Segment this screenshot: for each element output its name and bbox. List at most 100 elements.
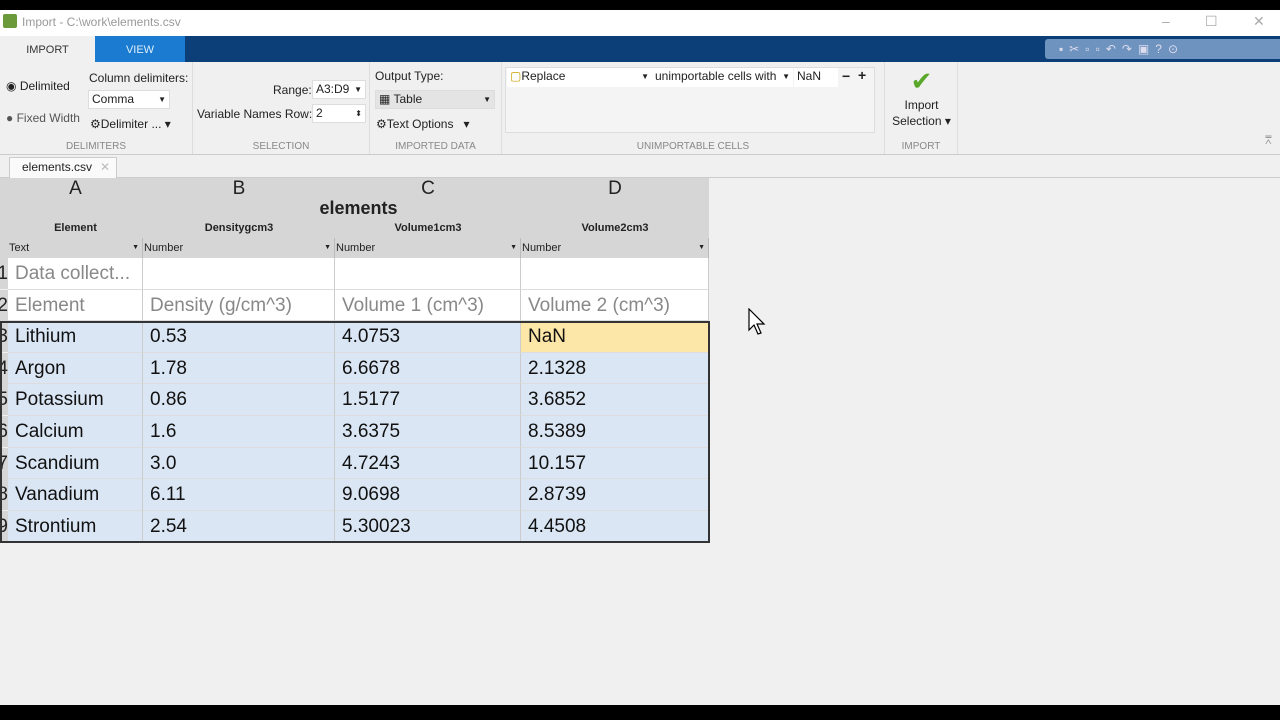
table-cell[interactable]: 4.0753 [335, 321, 521, 353]
table-cell[interactable] [521, 258, 709, 290]
table-cell[interactable]: Lithium [8, 321, 143, 353]
range-dropdown[interactable]: A3:D9 ▼ [312, 80, 366, 99]
table-name[interactable]: elements [8, 199, 709, 218]
variable-type-dropdown[interactable]: Number ▼ [143, 238, 335, 258]
table-cell[interactable] [143, 258, 335, 290]
document-tab-label: elements.csv [22, 160, 93, 174]
variable-type-dropdown[interactable]: Text ▼ [8, 238, 143, 258]
stepper-arrows-icon[interactable]: ⬍ [355, 105, 362, 122]
column-delimiter-dropdown[interactable]: Comma ▼ [88, 90, 170, 109]
table-cell[interactable]: 5.30023 [335, 510, 521, 543]
import-section: ✔ Import Selection ▾ IMPORT [885, 62, 958, 154]
variable-name-header[interactable]: Volume2cm3 [521, 218, 709, 238]
table-cell[interactable]: Data collect... [8, 258, 143, 290]
chevron-down-icon: ▼ [510, 244, 517, 251]
variable-type-dropdown[interactable]: Number ▼ [521, 238, 709, 258]
row-number-label: 8 [0, 479, 8, 511]
table-cell[interactable]: Calcium [8, 416, 143, 448]
output-type-label: Output Type: [375, 69, 444, 83]
row-number-label: 5 [0, 384, 8, 416]
rule-condition-dropdown[interactable]: unimportable cells with ▼ [652, 68, 793, 87]
row-number-label: 7 [0, 447, 8, 479]
tab-import[interactable]: IMPORT [0, 36, 95, 62]
import-grid[interactable]: A Element Text ▼ B Densitygcm3 Number ▼ C Volume1… [0, 178, 710, 544]
bottom-border [0, 705, 1280, 720]
rule-action-dropdown[interactable]: ▢Replace ▼ [507, 68, 652, 87]
table-cell[interactable]: 8.5389 [521, 416, 709, 448]
table-cell[interactable]: NaN [521, 321, 709, 353]
table-cell[interactable]: Argon [8, 352, 143, 385]
column-header[interactable]: A [8, 178, 143, 199]
table-cell[interactable]: 9.0698 [335, 479, 521, 511]
variable-type: Number [336, 242, 376, 254]
top-border [0, 0, 1280, 10]
collapse-ribbon-icon[interactable]: ⩞ [1265, 135, 1272, 148]
table-cell[interactable]: 6.6678 [335, 352, 521, 385]
add-rule-button[interactable]: + [858, 67, 866, 83]
table-cell[interactable]: 3.6852 [521, 384, 709, 416]
imported-data-section: Output Type: ▦ Table ▼ ⚙Text Options ▾ IM… [370, 62, 502, 154]
chevron-down-icon: ▼ [132, 244, 139, 251]
column-header[interactable]: B [143, 178, 335, 199]
table-cell[interactable]: 2.8739 [521, 479, 709, 511]
rule-action-value: Replace [521, 69, 566, 83]
mouse-cursor-icon [748, 308, 766, 335]
chevron-down-icon: ▼ [782, 72, 790, 81]
table-cell[interactable]: 6.11 [143, 479, 335, 511]
table-cell[interactable]: Vanadium [8, 479, 143, 511]
document-tab-elements[interactable]: elements.csv ✕ [9, 157, 117, 178]
import-selection-button[interactable]: ✔ Import Selection ▾ [885, 67, 958, 128]
table-cell[interactable]: 10.157 [521, 447, 709, 480]
table-cell[interactable] [335, 258, 521, 290]
table-cell[interactable]: 1.5177 [335, 384, 521, 416]
close-tab-icon[interactable]: ✕ [100, 158, 110, 177]
table-cell[interactable]: 3.6375 [335, 416, 521, 448]
table-cell[interactable]: Density (g/cm^3) [143, 289, 335, 322]
variable-names-row-value: 2 [316, 106, 323, 120]
variable-name-header[interactable]: Element [8, 218, 143, 238]
variable-name-header[interactable]: Volume1cm3 [335, 218, 521, 238]
variable-name-header[interactable]: Densitygcm3 [143, 218, 335, 238]
delimiters-section-label: DELIMITERS [65, 141, 126, 152]
table-cell[interactable]: Scandium [8, 447, 143, 480]
table-cell[interactable]: Volume 1 (cm^3) [335, 289, 521, 322]
table-cell[interactable]: Strontium [8, 510, 143, 543]
row-number-label: 2 [0, 289, 8, 321]
document-tabs: elements.csv ✕ [0, 155, 1280, 178]
fixed-width-radio[interactable]: ● Fixed Width [6, 111, 80, 125]
close-button[interactable]: ✕ [1253, 13, 1265, 30]
text-options-button[interactable]: ⚙Text Options ▾ [376, 117, 470, 131]
table-cell[interactable]: 1.78 [143, 352, 335, 385]
maximize-button[interactable]: ☐ [1205, 13, 1218, 30]
range-value: A3:D9 [316, 82, 350, 96]
table-cell[interactable]: 3.0 [143, 447, 335, 480]
table-cell[interactable]: Potassium [8, 384, 143, 416]
table-cell[interactable]: Volume 2 (cm^3) [521, 289, 709, 322]
delimited-label: Delimited [19, 79, 70, 93]
delimited-radio[interactable]: ◉ Delimited [6, 79, 70, 93]
table-cell[interactable]: 2.54 [143, 510, 335, 543]
table-cell[interactable]: 0.86 [143, 384, 335, 416]
table-cell[interactable]: 4.4508 [521, 510, 709, 543]
ribbon: ◉ Delimited ● Fixed Width Column delimit… [0, 62, 1280, 155]
remove-rule-button[interactable]: − [842, 68, 850, 84]
minimize-button[interactable]: – [1162, 13, 1170, 29]
imported-data-section-label: IMPORTED DATA [395, 141, 476, 152]
import-section-label: IMPORT [901, 141, 941, 152]
replacement-value-input[interactable]: NaN [794, 68, 838, 87]
column-header[interactable]: C [335, 178, 521, 199]
variable-type-dropdown[interactable]: Number ▼ [335, 238, 521, 258]
variable-names-row-stepper[interactable]: 2 ⬍ [312, 104, 366, 123]
row-number-label: 1 [0, 258, 8, 289]
column-header[interactable]: D [521, 178, 709, 199]
output-type-dropdown[interactable]: ▦ Table ▼ [375, 90, 495, 109]
table-cell[interactable]: Element [8, 289, 143, 322]
delimiter-options-button[interactable]: ⚙Delimiter ... ▾ [90, 117, 171, 131]
tab-view[interactable]: VIEW [95, 36, 185, 62]
quick-access-toolbar[interactable]: ▪✂▫▫↶↷▣?⊙ [1045, 39, 1280, 59]
table-cell[interactable]: 0.53 [143, 321, 335, 353]
table-cell[interactable]: 1.6 [143, 416, 335, 448]
selection-section: Range: A3:D9 ▼ Variable Names Row: 2 ⬍ SEL… [193, 62, 370, 154]
table-cell[interactable]: 2.1328 [521, 352, 709, 385]
table-cell[interactable]: 4.7243 [335, 447, 521, 480]
